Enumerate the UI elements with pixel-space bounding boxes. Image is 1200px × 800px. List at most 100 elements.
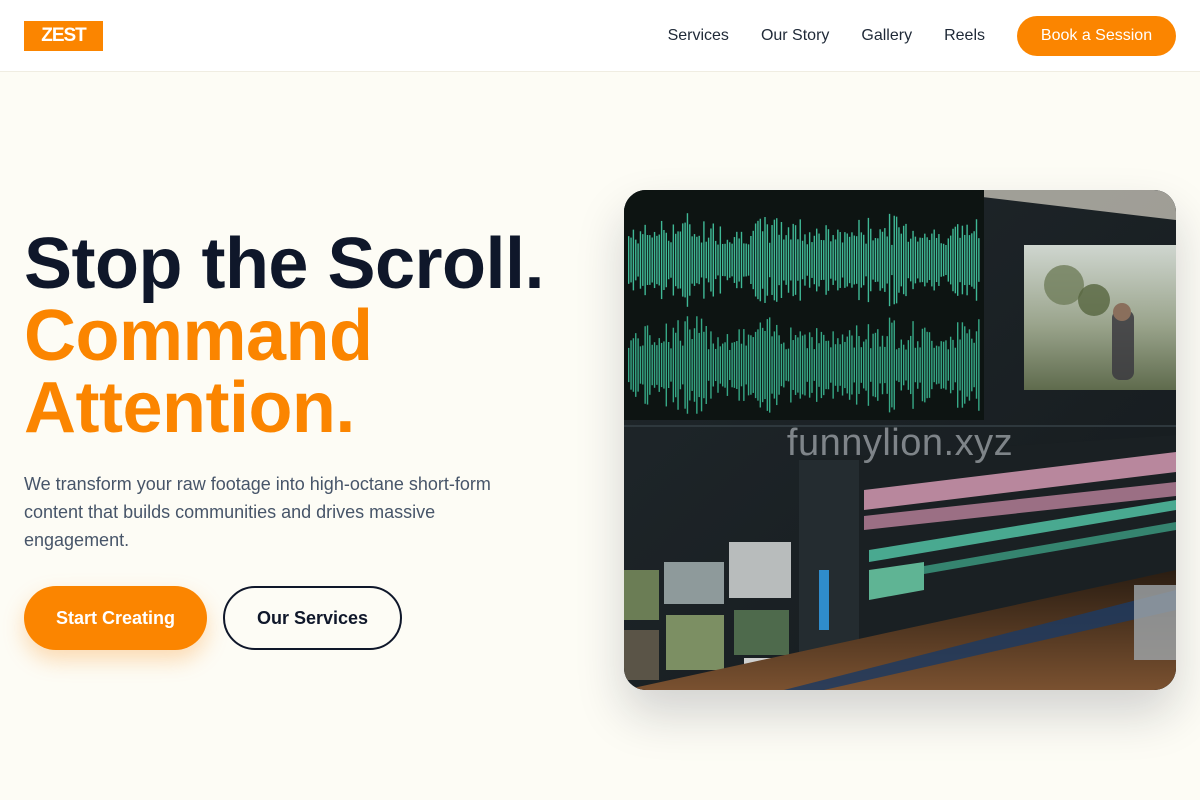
waveform-bar: [731, 243, 733, 277]
waveform-bar: [848, 236, 851, 284]
our-services-button[interactable]: Our Services: [223, 586, 402, 650]
waveform-bar: [656, 345, 658, 385]
waveform-bar: [853, 347, 855, 383]
waveform-bar: [635, 239, 637, 281]
nav-link-our-story[interactable]: Our Story: [761, 27, 829, 45]
waveform-bar: [900, 339, 902, 391]
waveform-bar: [905, 349, 907, 381]
waveform-bar: [714, 348, 717, 382]
nav-link-gallery[interactable]: Gallery: [861, 27, 912, 45]
waveform-bar: [851, 335, 853, 395]
waveform-bar: [872, 240, 874, 280]
waveform-bar: [797, 239, 799, 281]
waveform-bar: [961, 322, 964, 408]
waveform-bar: [966, 333, 968, 397]
waveform-bar: [853, 235, 855, 285]
waveform-bar: [729, 349, 731, 381]
waveform-bar: [785, 235, 787, 285]
waveform-bar: [957, 224, 959, 296]
waveform-bar: [733, 342, 736, 388]
waveform-bar: [759, 218, 761, 302]
waveform-bar: [700, 318, 703, 412]
waveform-bar: [837, 338, 839, 392]
waveform-bar: [642, 234, 644, 286]
waveform-bar: [874, 332, 877, 398]
waveform-bar: [935, 237, 938, 283]
logo[interactable]: ZEST: [24, 20, 103, 51]
waveform-bar: [971, 338, 973, 392]
waveform-bar: [801, 240, 804, 280]
waveform-bar: [884, 228, 886, 292]
waveform-bar: [938, 234, 940, 286]
waveform-bar: [792, 223, 794, 297]
book-session-button[interactable]: Book a Session: [1017, 15, 1176, 56]
waveform-bar: [653, 342, 656, 388]
waveform-bar: [752, 230, 754, 290]
waveform-bar: [832, 331, 834, 399]
waveform-bar: [900, 233, 902, 287]
waveform-bar: [787, 227, 790, 293]
waveform-bar: [870, 228, 872, 292]
hero-title-line-3: Attention.: [24, 368, 355, 448]
nav-link-services[interactable]: Services: [668, 27, 729, 45]
waveform-bar: [726, 334, 729, 396]
waveform-bar: [839, 344, 841, 386]
waveform-bar: [743, 243, 745, 277]
waveform-bar: [761, 231, 764, 289]
waveform-bar: [766, 224, 769, 296]
image-watermark: funnylion.xyz: [786, 422, 1014, 464]
waveform-bar: [747, 244, 750, 276]
waveform-bar: [670, 348, 672, 382]
waveform-bar: [632, 229, 635, 291]
waveform-bar: [858, 219, 860, 301]
waveform-bar: [945, 244, 947, 276]
waveform-bar: [726, 239, 729, 281]
hero-title-line-2: Command: [24, 296, 373, 376]
waveform-bar: [820, 331, 823, 399]
waveform-bar: [743, 329, 745, 401]
waveform-bar: [919, 237, 921, 283]
nav-link-reels[interactable]: Reels: [944, 27, 985, 45]
waveform-bar: [703, 221, 705, 299]
waveform-bar: [733, 237, 736, 283]
waveform-bar: [675, 233, 677, 287]
waveform-bar: [771, 225, 773, 295]
waveform-bar: [776, 218, 778, 302]
waveform-bar: [935, 345, 938, 385]
waveform-bar: [667, 240, 670, 280]
waveform-bar: [860, 347, 863, 383]
waveform-bar: [754, 223, 757, 297]
waveform-bar: [848, 330, 851, 400]
waveform-bar: [940, 243, 942, 277]
waveform-bar: [794, 225, 797, 295]
waveform-bar: [724, 342, 726, 388]
waveform-bar: [844, 232, 846, 288]
waveform-bar: [722, 243, 724, 277]
waveform-bar: [632, 338, 635, 392]
waveform-bar: [914, 236, 917, 284]
waveform-bar: [917, 241, 919, 279]
waveform-bar: [707, 349, 710, 381]
start-creating-button[interactable]: Start Creating: [24, 586, 207, 650]
hero-description: We transform your raw footage into high-…: [24, 474, 491, 550]
waveform-bar: [780, 222, 783, 298]
waveform-bar: [888, 317, 891, 413]
waveform-bar: [724, 243, 726, 277]
waveform-bar: [801, 335, 804, 395]
waveform-bar: [978, 238, 980, 282]
waveform-bar: [677, 320, 679, 410]
waveform-bar: [816, 328, 818, 402]
waveform-bar: [907, 340, 910, 390]
waveform-bar: [973, 231, 975, 289]
waveform-bar: [660, 342, 663, 388]
waveform-bar: [877, 329, 879, 401]
waveform-bar: [778, 335, 780, 395]
waveform-bar: [792, 340, 794, 390]
waveform-bar: [928, 239, 931, 281]
waveform-bar: [917, 341, 919, 389]
waveform-bar: [860, 232, 863, 288]
hero-title: Stop the Scroll. Command Attention.: [24, 228, 545, 448]
waveform-bar: [870, 348, 872, 382]
waveform-bar: [761, 327, 764, 403]
waveform-bar: [867, 217, 870, 303]
